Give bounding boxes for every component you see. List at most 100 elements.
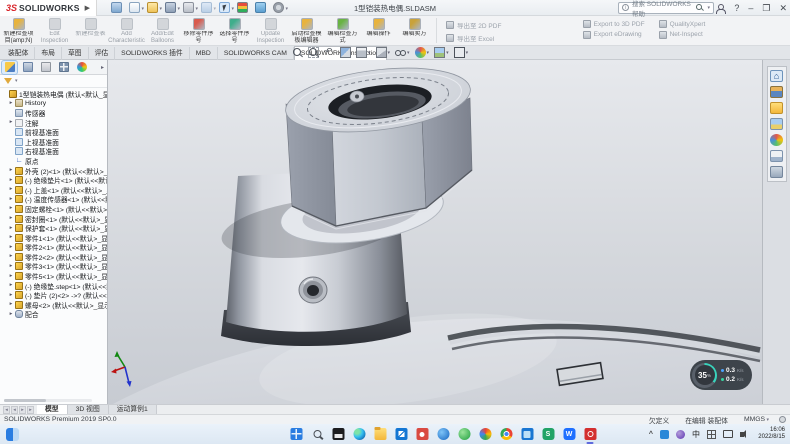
menu-expand-arrow-icon[interactable]: ▶ [85, 4, 90, 12]
tag-icon[interactable] [779, 416, 786, 423]
expand-arrow-icon[interactable]: ▸ [8, 252, 14, 261]
tree-item[interactable]: ▸保护套<1> (默认<<默认>_显示状 [0, 223, 107, 233]
tree-item[interactable]: ∟原点 [0, 156, 107, 166]
tree-item[interactable]: ▸密封圈<1> (默认<<默认>_显示状 [0, 214, 107, 224]
ribbon-export-item[interactable]: QualityXpert [659, 20, 706, 28]
tree-item[interactable]: ▸(-) 绝缘垫片<1> (默认<<默认>_显 [0, 175, 107, 185]
taskbar-app-app-blue[interactable] [437, 428, 450, 441]
panel-tabs-overflow-icon[interactable]: ▸ [101, 64, 105, 71]
help-button[interactable]: ? [734, 1, 739, 15]
hud-zoom-fit[interactable] [292, 47, 303, 58]
expand-arrow-icon[interactable]: ▸ [8, 176, 14, 185]
taskbar-app-remote-desktop[interactable] [521, 428, 534, 441]
tree-item[interactable]: ▸固定螺栓<1> (默认<<默认>_显示 [0, 204, 107, 214]
open-icon[interactable] [147, 2, 158, 13]
restore-button[interactable]: ❐ [762, 1, 770, 15]
graphics-viewport[interactable]: 35 % 0.3K/s0.2K/s [108, 60, 762, 404]
design-library-icon[interactable] [770, 86, 783, 98]
hud-apply-scene[interactable] [434, 47, 449, 58]
search-dropdown-icon[interactable]: ▾ [707, 5, 710, 11]
hud-display-style[interactable] [376, 47, 391, 58]
tree-item[interactable]: ▸零件1<1> (默认<<默认>_显示状 [0, 233, 107, 243]
taskbar-app-chrome[interactable] [500, 428, 513, 441]
view-palette-icon[interactable] [770, 118, 783, 130]
taskbar-app-file-explorer[interactable] [374, 428, 387, 441]
displaymanager-tab[interactable] [74, 61, 89, 74]
volume-icon[interactable] [740, 432, 744, 437]
propertymanager-tab[interactable] [20, 61, 35, 74]
tree-item[interactable]: 前视基准面 [0, 127, 107, 137]
expand-arrow-icon[interactable]: ▸ [8, 262, 14, 271]
expand-arrow-icon[interactable]: ▸ [8, 185, 14, 194]
tree-item[interactable]: ▸零件2<1> (默认<<默认>_显示状 [0, 243, 107, 253]
ball-icon[interactable] [676, 430, 685, 439]
ribbon-button[interactable]: 新建检查项目(amp;N) [2, 17, 35, 44]
taskbar-app-app-green[interactable] [458, 428, 471, 441]
filter-funnel-icon[interactable] [4, 78, 12, 84]
ribbon-export-item[interactable]: Net-Inspect [659, 31, 706, 39]
expand-arrow-icon[interactable]: ▸ [8, 281, 14, 290]
expand-arrow-icon[interactable]: ▸ [8, 214, 14, 223]
ribbon-button[interactable]: 移除零件序号 [182, 17, 215, 44]
taskbar-clock[interactable]: 16:06 2022/8/15 [758, 427, 785, 442]
ime-grid-icon[interactable] [707, 430, 716, 439]
ime-zh-icon[interactable]: 中 [692, 429, 700, 440]
expand-arrow-icon[interactable]: ▸ [8, 300, 14, 309]
tree-item[interactable]: ▸配合 [0, 310, 107, 320]
scrollbar-thumb[interactable] [4, 399, 46, 402]
doc-tab-1[interactable]: 3D 视图 [68, 405, 109, 415]
tree-item[interactable]: ▸(-) 绝缘垫.step<1> (默认<<默认> [0, 281, 107, 291]
expand-arrow-icon[interactable]: ▸ [8, 243, 14, 252]
taskbar-app-app-s[interactable]: S [542, 428, 555, 441]
ribbon-button[interactable]: 编辑操作 [362, 17, 395, 38]
tree-item[interactable]: ▸零件2<2> (默认<<默认>_显示状 [0, 252, 107, 262]
ribbon-export-item[interactable]: 导出至 2D PDF [446, 20, 569, 30]
hud-view-orientation[interactable] [356, 47, 371, 58]
save-icon[interactable] [165, 2, 176, 13]
search-icon[interactable] [696, 4, 704, 12]
login-icon[interactable] [715, 3, 725, 14]
hud-previous-view[interactable] [324, 47, 335, 58]
dome-body[interactable] [108, 286, 762, 404]
expand-arrow-icon[interactable]: ▸ [8, 166, 14, 175]
expand-arrow-icon[interactable]: ▸ [8, 272, 14, 281]
undo-icon[interactable] [201, 2, 212, 13]
tab-scroll-first-icon[interactable]: ◂ [3, 406, 10, 414]
doc-tab-0[interactable]: 模型 [37, 405, 68, 415]
featuremanager-tab[interactable] [2, 61, 17, 74]
tab-SOLIDWORKS 插件[interactable]: SOLIDWORKS 插件 [115, 47, 190, 60]
solidworks-resources-icon[interactable] [770, 70, 783, 82]
select-icon[interactable] [219, 2, 230, 13]
ribbon-button[interactable]: 选择零件序号 [218, 17, 251, 44]
taskbar-app-task-view[interactable] [332, 428, 345, 441]
security-icon[interactable] [660, 430, 669, 439]
widgets-icon[interactable] [6, 428, 19, 441]
expand-arrow-icon[interactable]: ▸ [8, 233, 14, 242]
hex-nut[interactable] [282, 60, 474, 229]
tree-item[interactable]: 传感器 [0, 108, 107, 118]
file-explorer-icon[interactable] [770, 102, 783, 114]
home-icon[interactable] [111, 2, 122, 13]
tree-item[interactable]: ▸注解 [0, 118, 107, 128]
doc-tab-2[interactable]: 运动算例1 [109, 405, 157, 415]
tree-item[interactable]: ▸零件5<1> (默认<<默认>_显示状 [0, 271, 107, 281]
minimize-button[interactable]: – [748, 1, 753, 15]
tree-item[interactable]: ▸螺母<2> (默认<<默认>_显示状态 [0, 300, 107, 310]
tree-item[interactable]: 右视基准面 [0, 147, 107, 157]
hud-zoom-area[interactable] [308, 47, 319, 58]
3d-model-canvas[interactable] [108, 60, 762, 404]
chevron-up-icon[interactable]: ^ [649, 431, 653, 438]
tree-item[interactable]: ▸History [0, 99, 107, 109]
file-properties-icon[interactable] [255, 2, 266, 13]
taskbar-app-start[interactable] [290, 428, 303, 441]
expand-arrow-icon[interactable]: ▸ [8, 99, 14, 108]
taskbar-app-mail[interactable] [395, 428, 408, 441]
help-search-box[interactable]: i 搜索 SOLIDWORKS 帮助 ▾ [618, 2, 714, 14]
tab-scroll-last-icon[interactable]: ▸ [27, 406, 34, 414]
expand-arrow-icon[interactable]: ▸ [8, 204, 14, 213]
taskbar-app-search[interactable] [311, 428, 324, 441]
appearances-icon[interactable] [770, 134, 783, 146]
tab-scroll-prev-icon[interactable]: ◂ [11, 406, 18, 414]
taskbar-app-app-colorful[interactable] [479, 428, 492, 441]
filter-dropdown-icon[interactable]: ▾ [15, 78, 18, 84]
